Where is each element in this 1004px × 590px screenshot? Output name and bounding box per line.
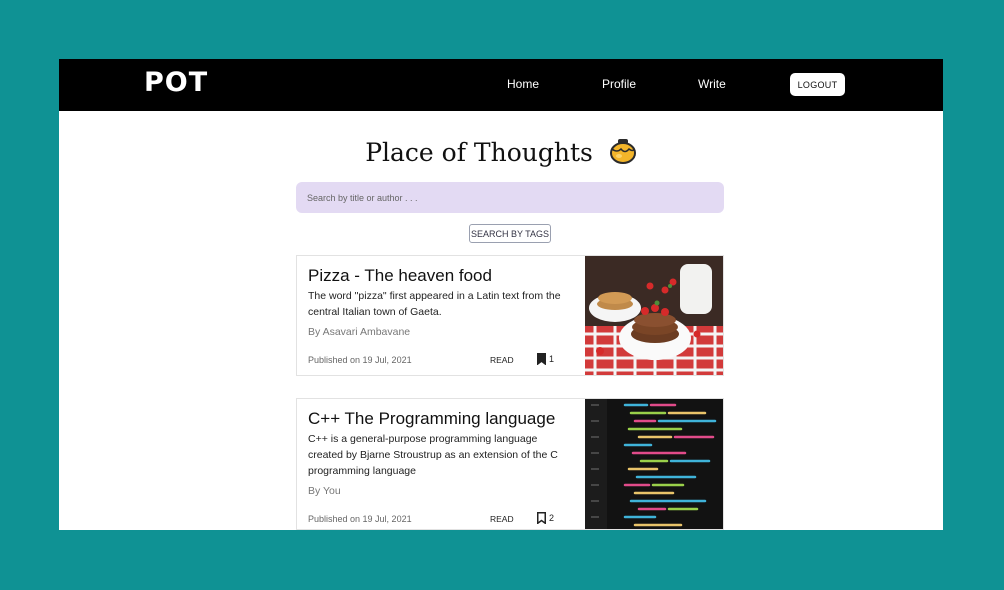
- logout-button[interactable]: LOGOUT: [790, 73, 845, 96]
- post-published-date: Published on 19 Jul, 2021: [308, 514, 412, 524]
- browser-window: POT Home Profile Write LOGOUT Place of T…: [59, 59, 943, 530]
- site-logo[interactable]: POT: [144, 67, 208, 98]
- post-card: Pizza - The heaven food The word "pizza"…: [296, 255, 724, 376]
- bookmark-filled-icon: [537, 353, 546, 365]
- code-screen-photo: [585, 399, 723, 529]
- search-placeholder: Search by title or author . . .: [307, 192, 418, 203]
- read-button[interactable]: READ: [490, 355, 514, 365]
- post-description: C++ is a general-purpose programming lan…: [308, 433, 558, 477]
- search-input[interactable]: Search by title or author . . .: [296, 182, 724, 213]
- post-description: The word "pizza" first appeared in a Lat…: [308, 290, 561, 318]
- bookmark-count: 1: [549, 354, 555, 364]
- post-author: By Asavari Ambavane: [308, 326, 411, 338]
- navbar: POT Home Profile Write LOGOUT: [59, 59, 943, 111]
- page-title-row: Place of Thoughts: [59, 137, 943, 171]
- nav-link-profile[interactable]: Profile: [602, 77, 636, 91]
- nav-link-write[interactable]: Write: [698, 77, 726, 91]
- search-by-tags-button[interactable]: SEARCH BY TAGS: [469, 224, 551, 243]
- bookmark-button[interactable]: 2: [537, 512, 554, 524]
- honey-pot-icon: [609, 137, 637, 171]
- bookmark-count: 2: [549, 513, 555, 523]
- pancakes-photo: [585, 256, 723, 375]
- bookmark-outline-icon: [537, 512, 546, 524]
- nav-link-home[interactable]: Home: [507, 77, 539, 91]
- post-card: C++ The Programming language C++ is a ge…: [296, 398, 724, 530]
- post-title[interactable]: Pizza - The heaven food: [308, 266, 492, 286]
- post-author: By You: [308, 485, 341, 497]
- post-published-date: Published on 19 Jul, 2021: [308, 355, 412, 365]
- page-title: Place of Thoughts: [365, 138, 593, 167]
- post-title[interactable]: C++ The Programming language: [308, 409, 555, 429]
- read-button[interactable]: READ: [490, 514, 514, 524]
- bookmark-button[interactable]: 1: [537, 353, 554, 365]
